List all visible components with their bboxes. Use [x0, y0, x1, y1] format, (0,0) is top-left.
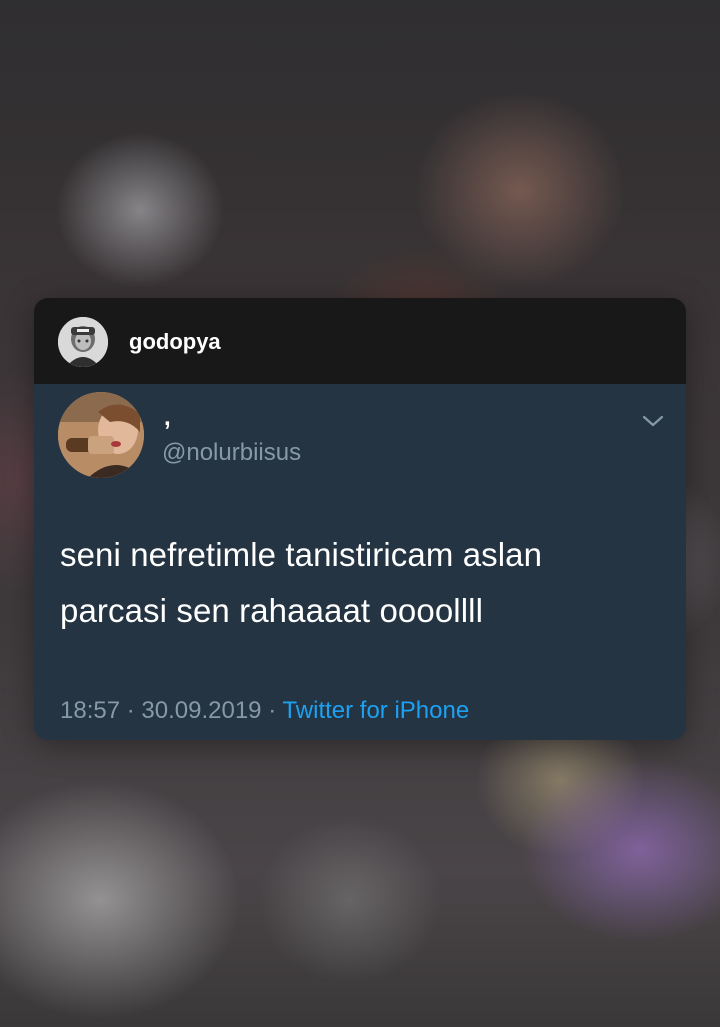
avatar-image [58, 317, 108, 367]
tweet-text-line: seni nefretimle tanistiricam aslan [60, 536, 543, 573]
poster-avatar[interactable] [58, 317, 108, 367]
tweet-source-link[interactable]: Twitter for iPhone [282, 697, 469, 724]
tweet-meta: 18:57 · 30.09.2019 · Twitter for iPhone [60, 696, 469, 726]
tweet-display-name[interactable]: , [164, 404, 171, 432]
poster-username[interactable]: godopya [129, 327, 221, 357]
chevron-down-icon[interactable] [639, 410, 667, 432]
post-card: godopya , @nolurbiisus seni nefretimle t… [34, 298, 686, 740]
tweet-time[interactable]: 18:57 [60, 697, 120, 724]
meta-separator: · [126, 697, 135, 724]
tweet-handle[interactable]: @nolurbiisus [162, 439, 301, 467]
meta-separator: · [268, 697, 277, 724]
tweet-text: seni nefretimle tanistiricam aslan parca… [60, 527, 660, 639]
tweet-date[interactable]: 30.09.2019 [141, 697, 261, 724]
post-header: godopya [34, 298, 686, 384]
tweet-text-line: parcasi sen rahaaaat oooollll [60, 592, 484, 629]
tweet-screenshot: , @nolurbiisus seni nefretimle tanistiri… [34, 384, 686, 740]
tweet-avatar[interactable] [58, 392, 144, 478]
tweet-avatar-image [58, 392, 144, 478]
